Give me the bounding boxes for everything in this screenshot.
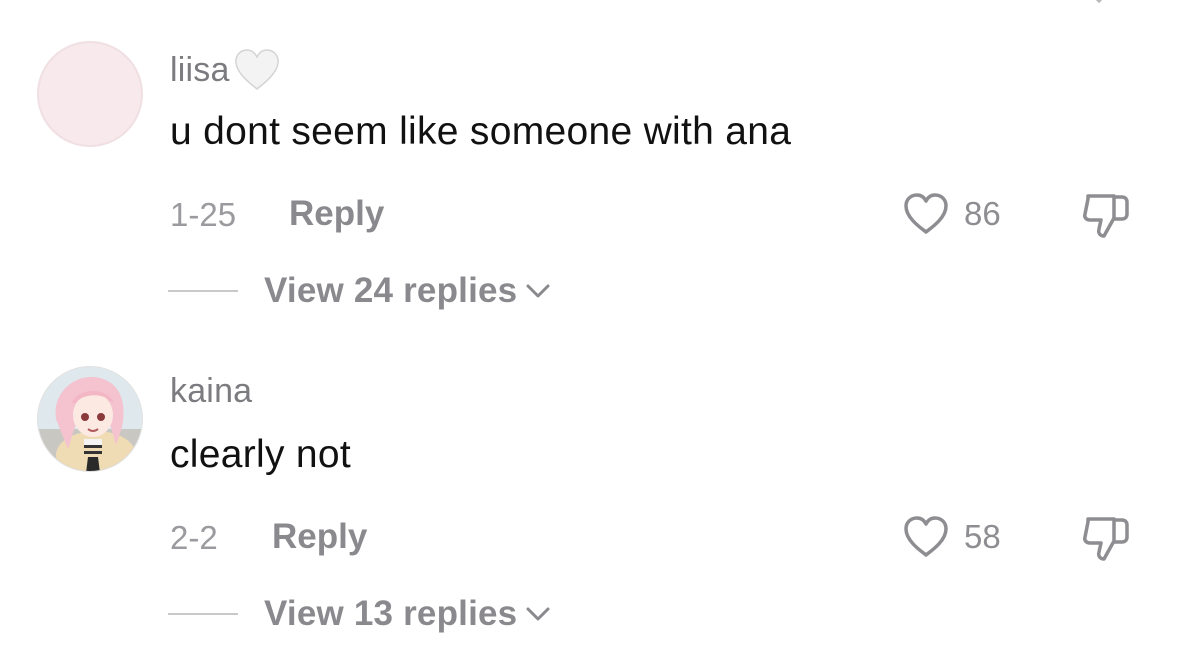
- like-button[interactable]: 86: [902, 192, 1001, 236]
- comment-date: 2-2: [170, 519, 218, 556]
- like-count: 58: [964, 518, 1001, 555]
- view-replies-label: View 13 replies: [264, 594, 518, 633]
- avatar[interactable]: [37, 366, 143, 472]
- heart-icon: [904, 193, 948, 234]
- reply-button[interactable]: Reply: [272, 517, 367, 557]
- chevron-down-icon: [1095, 0, 1103, 4]
- view-replies-label: View 24 replies: [264, 271, 518, 310]
- comment-username[interactable]: liisa: [170, 48, 282, 92]
- avatar[interactable]: [37, 41, 143, 147]
- like-count: 86: [964, 195, 1001, 232]
- comments-panel: liisa u dont seem like someone with ana …: [0, 0, 1179, 663]
- comment-date: 1-25: [170, 196, 237, 233]
- divider: [168, 290, 238, 292]
- view-replies-button[interactable]: View 24 replies: [168, 271, 551, 311]
- divider: [168, 613, 238, 615]
- dislike-icon[interactable]: [1080, 513, 1132, 563]
- heart-icon: [904, 516, 948, 557]
- comment-username[interactable]: kaina: [170, 372, 252, 411]
- view-replies-button[interactable]: View 13 replies: [168, 594, 551, 634]
- comment-text: u dont seem like someone with ana: [170, 110, 792, 153]
- chevron-down-icon: [526, 607, 550, 621]
- like-button[interactable]: 58: [902, 515, 1001, 559]
- anime-avatar-image: [38, 367, 142, 471]
- chevron-down-icon: [526, 284, 550, 298]
- reply-button[interactable]: Reply: [289, 194, 384, 234]
- white-heart-emoji-icon: [234, 49, 279, 91]
- dislike-icon[interactable]: [1080, 190, 1132, 240]
- comment-text: clearly not: [170, 433, 352, 476]
